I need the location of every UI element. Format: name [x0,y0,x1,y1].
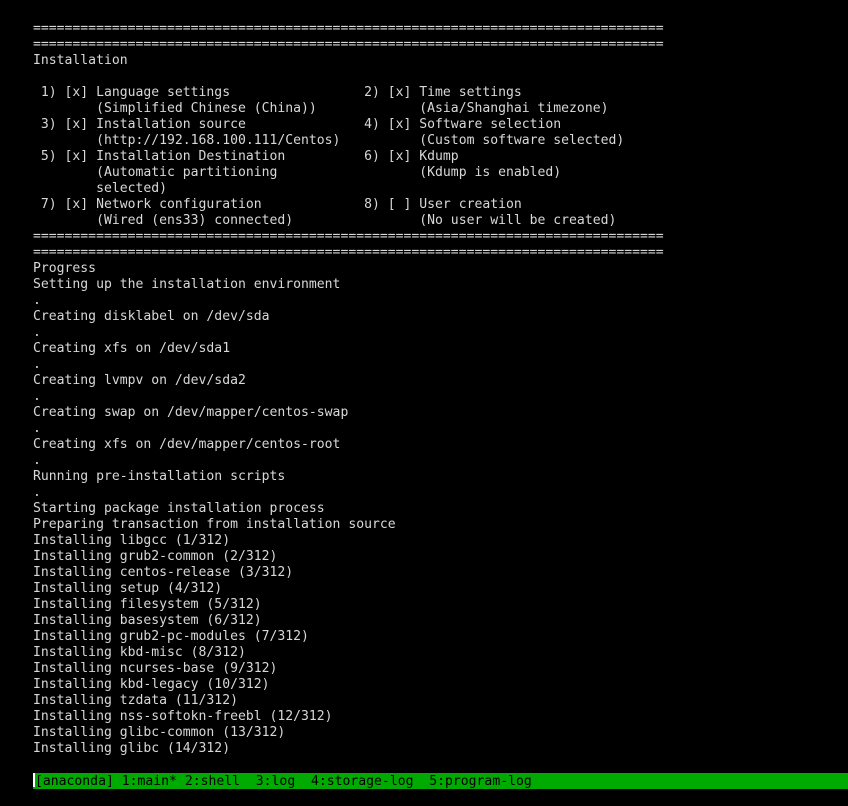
progress-log: Setting up the installation environment.… [0,277,848,757]
spoke-line: (http://192.168.100.111/Centos) (Custom … [33,133,625,148]
log-line: Installing glibc (14/312) [33,741,231,756]
log-line: . [33,389,41,404]
log-line: Installing kbd-legacy (10/312) [33,677,270,692]
spoke-line: (Simplified Chinese (China)) (Asia/Shang… [33,101,609,116]
log-line: . [33,421,41,436]
tmux-window-tab[interactable]: 5:program-log [429,774,531,789]
separator-line: ========================================… [33,245,664,260]
spoke-line: 1) [x] Language settings 2) [x] Time set… [33,85,522,100]
log-line: . [33,357,41,372]
separator-line: ========================================… [33,21,664,36]
spoke-line: (Automatic partitioning (Kdump is enable… [33,165,562,180]
log-line: Installing grub2-common (2/312) [33,549,278,564]
log-line: Installing kbd-misc (8/312) [33,645,246,660]
spoke-grid: 1) [x] Language settings 2) [x] Time set… [0,85,848,229]
log-line: Running pre-installation scripts [33,469,286,484]
log-line: . [33,293,41,308]
log-line: Installing filesystem (5/312) [33,597,262,612]
log-line: Starting package installation process [33,501,325,516]
log-line: Installing libgcc (1/312) [33,533,231,548]
log-line: Creating xfs on /dev/mapper/centos-root [33,437,341,452]
log-line: Installing grub2-pc-modules (7/312) [33,629,309,644]
log-line: Creating lvmpv on /dev/sda2 [33,373,246,388]
tmux-window-tab[interactable]: 3:log [256,774,295,789]
log-line: Setting up the installation environment [33,277,341,292]
terminal-screen: ========================================… [0,21,848,757]
log-line: Preparing transaction from installation … [33,517,396,532]
log-line: . [33,453,41,468]
tmux-window-list: 1:main* 2:shell 3:log 4:storage-log 5:pr… [114,774,532,789]
progress-title: Progress [33,261,97,276]
log-line: Installing glibc-common (13/312) [33,725,286,740]
log-line: Installing centos-release (3/312) [33,565,294,580]
hub-title: Installation [33,53,128,68]
log-line: . [33,485,41,500]
log-line: Creating xfs on /dev/sda1 [33,341,231,356]
tmux-status-bar: [anaconda] 1:main* 2:shell 3:log 4:stora… [33,773,848,789]
log-line: Creating disklabel on /dev/sda [33,309,270,324]
tmux-session-name: [anaconda] [35,774,114,789]
tmux-window-tab[interactable]: 4:storage-log [311,774,413,789]
spoke-line: 7) [x] Network configuration 8) [ ] User… [33,197,522,212]
log-line: Installing ncurses-base (9/312) [33,661,278,676]
spoke-line: 3) [x] Installation source 4) [x] Softwa… [33,117,562,132]
tmux-window-tab[interactable]: 1:main* [122,774,177,789]
separator-line: ========================================… [33,229,664,244]
log-line: . [33,325,41,340]
spoke-line: 5) [x] Installation Destination 6) [x] K… [33,149,459,164]
log-line: Creating swap on /dev/mapper/centos-swap [33,405,349,420]
tmux-window-tab[interactable]: 2:shell [185,774,240,789]
spoke-line: selected) [33,181,365,196]
separator-line: ========================================… [33,37,664,52]
spoke-line: (Wired (ens33) connected) (No user will … [33,213,617,228]
log-line: Installing nss-softokn-freebl (12/312) [33,709,333,724]
log-line: Installing setup (4/312) [33,581,223,596]
log-line: Installing tzdata (11/312) [33,693,238,708]
log-line: Installing basesystem (6/312) [33,613,262,628]
